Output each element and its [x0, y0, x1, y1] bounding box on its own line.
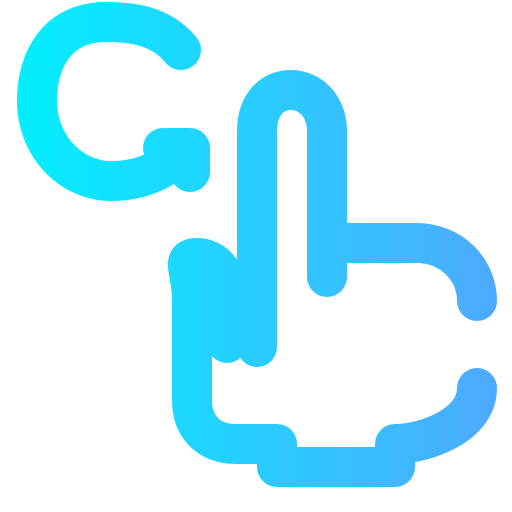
- icon-canvas: [0, 0, 512, 512]
- pointing-hand-icon: [167, 70, 497, 487]
- hand-outline: [167, 70, 497, 487]
- tap-gesture-icon: [17, 2, 497, 487]
- refresh-arrow-icon: [17, 2, 210, 201]
